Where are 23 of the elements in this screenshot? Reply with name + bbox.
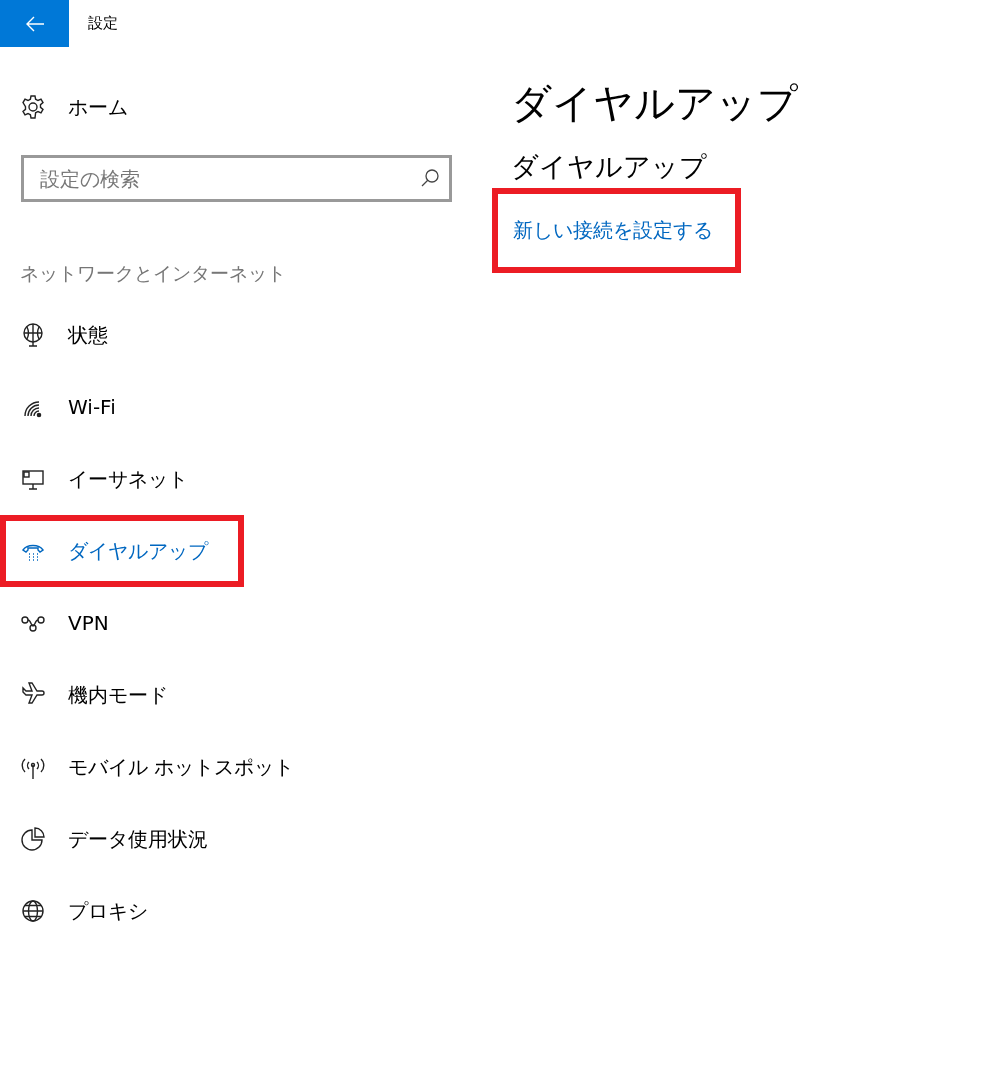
nav-item[interactable]: モバイル ホットスポット bbox=[0, 731, 331, 803]
pie-chart-icon bbox=[20, 826, 46, 852]
home-nav-item[interactable]: ホーム bbox=[0, 83, 128, 131]
globe-icon bbox=[20, 898, 46, 924]
gear-icon bbox=[20, 94, 46, 120]
search-icon bbox=[420, 168, 440, 188]
back-arrow-icon bbox=[24, 15, 45, 32]
nav-item[interactable]: ダイヤルアップ bbox=[0, 515, 244, 587]
window-title: 設定 bbox=[88, 14, 118, 33]
nav-item[interactable]: プロキシ bbox=[0, 875, 184, 947]
nav-item[interactable]: Wi-Fi bbox=[0, 371, 152, 443]
back-button[interactable] bbox=[0, 0, 69, 47]
setup-connection-link[interactable]: 新しい接続を設定する bbox=[492, 188, 741, 273]
nav-item[interactable]: データ使用状況 bbox=[0, 803, 244, 875]
section-title: ダイヤルアップ bbox=[511, 150, 707, 184]
nav-item[interactable]: 状態 bbox=[0, 299, 144, 371]
nav-item[interactable]: 機内モード bbox=[0, 659, 204, 731]
status-globe-icon bbox=[20, 322, 46, 348]
search-field[interactable]: 設定の検索 bbox=[21, 155, 452, 202]
page-title: ダイヤルアップ bbox=[511, 79, 798, 128]
nav-item[interactable]: イーサネット bbox=[0, 443, 224, 515]
section-header: ネットワークとインターネット bbox=[20, 261, 286, 286]
nav-item[interactable]: VPN bbox=[0, 587, 145, 659]
